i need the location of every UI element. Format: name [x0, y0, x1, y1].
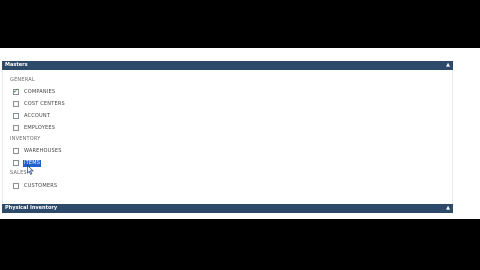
customers-checkbox[interactable] — [13, 183, 19, 189]
items-checkbox[interactable] — [13, 160, 19, 166]
list-item-cost-centers[interactable]: COST CENTERS — [13, 100, 66, 108]
masters-panel-header[interactable]: Masters ▲ — [2, 61, 453, 70]
mouse-pointer-icon — [27, 165, 34, 175]
item-label: ACCOUNT — [24, 112, 51, 119]
item-label: EMPLOYEES — [24, 124, 56, 131]
item-label: COMPANIES — [24, 88, 56, 95]
chevron-up-icon[interactable]: ▲ — [446, 204, 450, 213]
section-label-general: GENERAL — [10, 77, 35, 83]
item-label: WAREHOUSES — [24, 147, 62, 154]
list-item-customers[interactable]: CUSTOMERS — [13, 182, 58, 190]
cost-centers-checkbox[interactable] — [13, 101, 19, 107]
list-item-companies[interactable]: ✓ COMPANIES — [13, 87, 56, 96]
page-content: Masters ▲ GENERAL ✓ COMPANIES COST CENTE… — [0, 48, 480, 219]
masters-panel-body: GENERAL ✓ COMPANIES COST CENTERS ACCOUNT… — [2, 71, 453, 212]
chevron-up-icon[interactable]: ▲ — [446, 61, 450, 70]
section-label-inventory: INVENTORY — [10, 136, 41, 142]
checkmark-icon: ✓ — [13, 87, 19, 95]
list-item-employees[interactable]: EMPLOYEES — [13, 124, 56, 132]
item-label: CUSTOMERS — [24, 182, 58, 189]
list-item-account[interactable]: ACCOUNT — [13, 112, 51, 120]
physical-inventory-panel-header[interactable]: Physical Inventory ▲ — [2, 204, 453, 213]
section-label-sales: SALES — [10, 170, 27, 176]
account-checkbox[interactable] — [13, 113, 19, 119]
item-label: COST CENTERS — [24, 100, 65, 107]
companies-checkbox[interactable]: ✓ — [13, 87, 19, 95]
physical-inventory-panel-title: Physical Inventory — [5, 205, 58, 211]
warehouses-checkbox[interactable] — [13, 148, 19, 154]
masters-panel-title: Masters — [5, 62, 28, 68]
list-item-warehouses[interactable]: WAREHOUSES — [13, 147, 63, 155]
employees-checkbox[interactable] — [13, 125, 19, 131]
